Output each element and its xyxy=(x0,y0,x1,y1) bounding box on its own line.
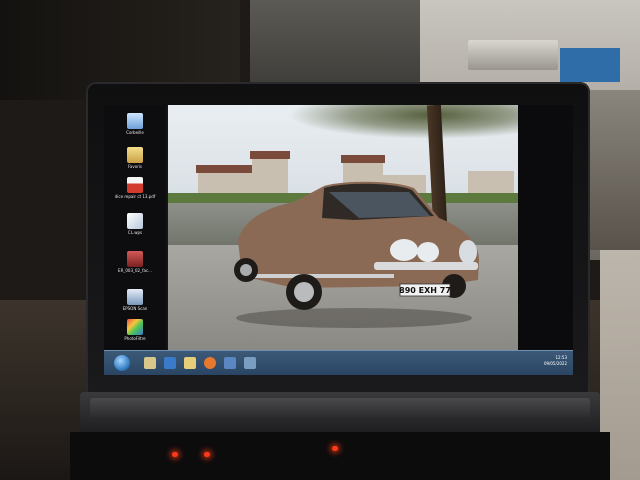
archive-icon xyxy=(127,251,143,267)
media-icon[interactable] xyxy=(164,357,176,369)
desktop-icon-column: Corbeille Favoris dice repair ct 13.pdf … xyxy=(104,105,166,350)
desktop-icon-label: Favoris xyxy=(127,164,143,169)
laptop-screen: Corbeille Favoris dice repair ct 13.pdf … xyxy=(104,105,573,375)
desktop-icon-favorites[interactable]: Favoris xyxy=(108,147,162,169)
explorer-icon[interactable] xyxy=(144,357,156,369)
document-icon xyxy=(127,213,143,229)
scanner-icon xyxy=(127,289,143,305)
recycle-bin-icon xyxy=(127,113,143,129)
photo-editor-icon xyxy=(127,319,143,335)
desktop-icon-recycle-bin[interactable]: Corbeille xyxy=(108,113,162,135)
hifi-receiver xyxy=(468,40,558,70)
start-button[interactable] xyxy=(114,355,130,371)
system-clock[interactable]: 12:53 09/05/2022 xyxy=(544,355,567,367)
status-led-icon xyxy=(172,452,178,457)
desktop-icon-label: Corbeille xyxy=(126,130,144,135)
desktop-wallpaper: 890 EXH 77 xyxy=(168,105,518,350)
clock-date: 09/05/2022 xyxy=(543,361,567,366)
house-roof xyxy=(196,165,260,173)
citroen-ds-car: 890 EXH 77 xyxy=(234,181,479,328)
laptop-hinge xyxy=(90,398,590,418)
desktop-icon-epson-scan[interactable]: EPSON Scan xyxy=(108,289,162,311)
status-led-icon xyxy=(332,446,338,451)
blue-box xyxy=(560,48,620,82)
wallpaper-letterbox xyxy=(518,105,573,350)
desktop-icon-photofiltre[interactable]: PhotoFiltre xyxy=(108,319,162,341)
status-led-icon xyxy=(204,452,210,457)
document-icon[interactable] xyxy=(224,357,236,369)
pdf-icon xyxy=(127,177,143,193)
folder-icon xyxy=(127,147,143,163)
desktop-icon-archive[interactable]: ER_003_02_fac... xyxy=(108,251,162,273)
desktop-icon-label: dice repair ct 13.pdf xyxy=(114,194,156,199)
window-curtain xyxy=(250,0,420,90)
desktop-icon-label: CL.wps xyxy=(127,230,143,235)
shelf xyxy=(590,90,640,250)
desktop-icon-label: PhotoFiltre xyxy=(124,336,146,341)
house-roof xyxy=(341,155,385,163)
desktop-icon-label: EPSON Scan xyxy=(122,306,148,311)
desktop-icon-pdf[interactable]: dice repair ct 13.pdf xyxy=(108,177,162,199)
tree-foliage xyxy=(288,105,518,139)
firefox-icon[interactable] xyxy=(204,357,216,369)
folder-icon[interactable] xyxy=(184,357,196,369)
taskbar: 12:53 09/05/2022 xyxy=(104,350,573,375)
keyboard-area xyxy=(70,432,610,480)
desktop-icon-wps[interactable]: CL.wps xyxy=(108,213,162,235)
house-roof xyxy=(250,151,290,159)
laptop-base xyxy=(80,392,600,432)
window-icon[interactable] xyxy=(244,357,256,369)
desktop-icon-label: ER_003_02_fac... xyxy=(118,268,152,273)
license-plate-text: 890 EXH 77 xyxy=(399,286,451,295)
